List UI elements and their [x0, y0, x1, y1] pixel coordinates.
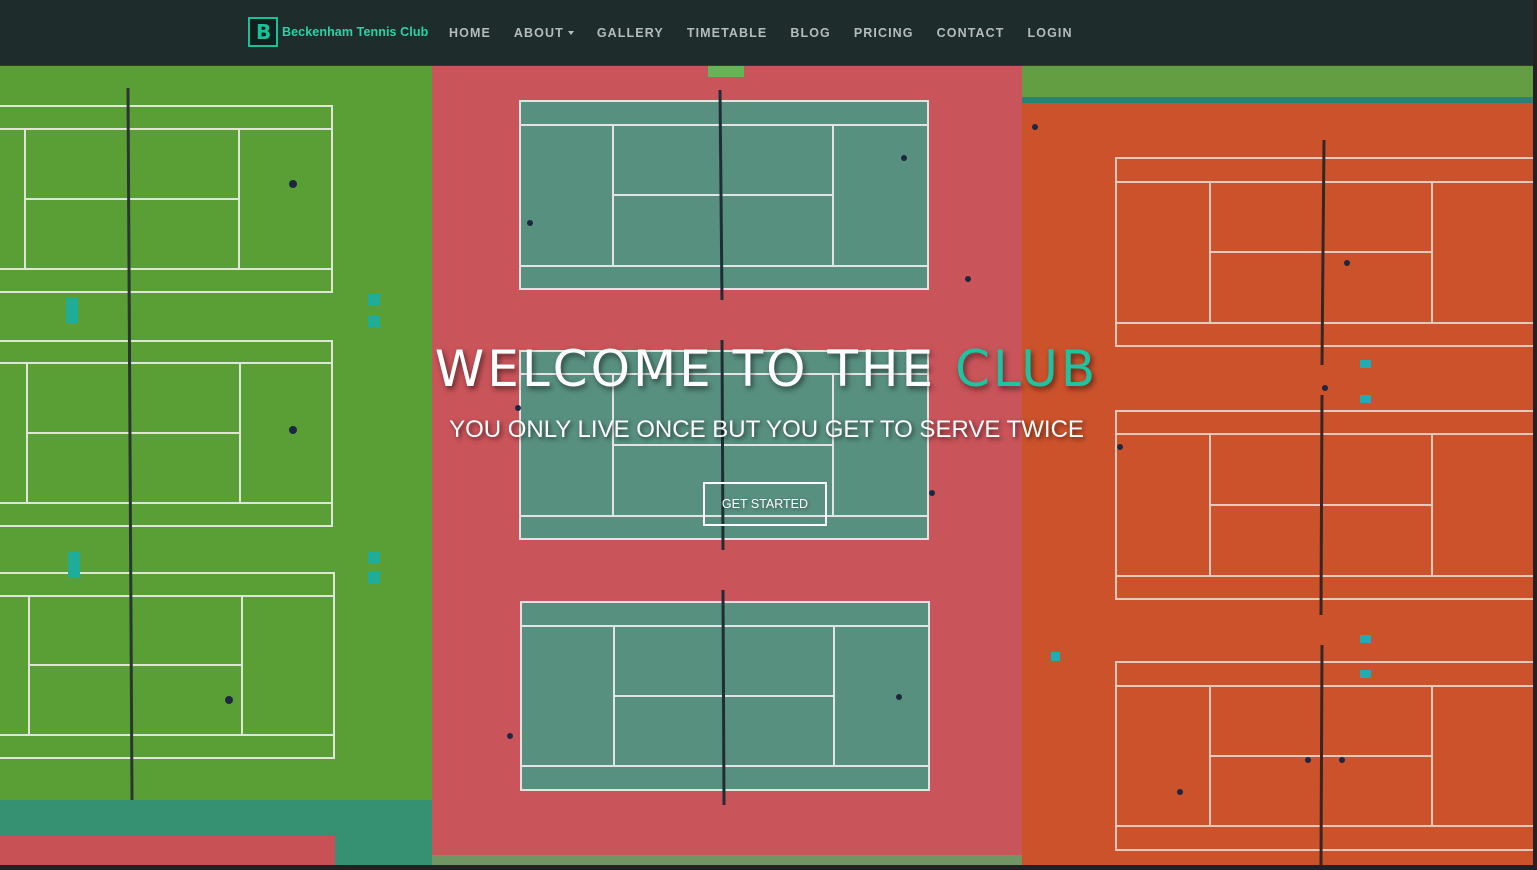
- nav-pricing-label: PRICING: [853, 25, 914, 40]
- nav-home[interactable]: HOME: [449, 26, 491, 40]
- nav-pricing[interactable]: PRICING: [854, 26, 914, 40]
- nav-blog-label: BLOG: [790, 25, 831, 40]
- nav-contact[interactable]: CONTACT: [937, 26, 1005, 40]
- top-navbar: B Beckenham Tennis Club HOME ABOUT GALLE…: [0, 0, 1533, 66]
- hero-title: WELCOME TO THE CLUB: [0, 337, 1533, 401]
- hero-title-main: WELCOME TO THE: [434, 340, 955, 398]
- nav-login-label: LOGIN: [1027, 25, 1073, 40]
- hero-title-accent: CLUB: [955, 340, 1099, 398]
- hero-section: WELCOME TO THE CLUB YOU ONLY LIVE ONCE B…: [0, 0, 1533, 865]
- nav-about-label: ABOUT: [513, 25, 564, 40]
- caret-down-icon: [567, 30, 574, 35]
- nav-about-dropdown[interactable]: ABOUT: [514, 26, 574, 40]
- nav-blog[interactable]: BLOG: [790, 26, 831, 40]
- brand-link[interactable]: B Beckenham Tennis Club: [248, 16, 428, 48]
- brand-name: Beckenham Tennis Club: [282, 25, 429, 39]
- nav-gallery-label: GALLERY: [596, 25, 664, 40]
- main-nav: HOME ABOUT GALLERY TIMETABLE BLOG PRICIN…: [449, 0, 1096, 65]
- get-started-button[interactable]: GET STARTED: [703, 482, 827, 526]
- nav-timetable-label: TIMETABLE: [686, 25, 768, 40]
- logo-letter: B: [256, 20, 272, 44]
- hero-subtitle: YOU ONLY LIVE ONCE BUT YOU GET TO SERVE …: [449, 416, 1084, 443]
- club-logo-icon: B: [248, 17, 278, 47]
- nav-contact-label: CONTACT: [936, 25, 1005, 40]
- nav-timetable[interactable]: TIMETABLE: [687, 26, 768, 40]
- nav-gallery[interactable]: GALLERY: [597, 26, 664, 40]
- hero-content: WELCOME TO THE CLUB YOU ONLY LIVE ONCE B…: [0, 337, 1533, 444]
- nav-login[interactable]: LOGIN: [1028, 26, 1073, 40]
- nav-home-label: HOME: [449, 25, 491, 40]
